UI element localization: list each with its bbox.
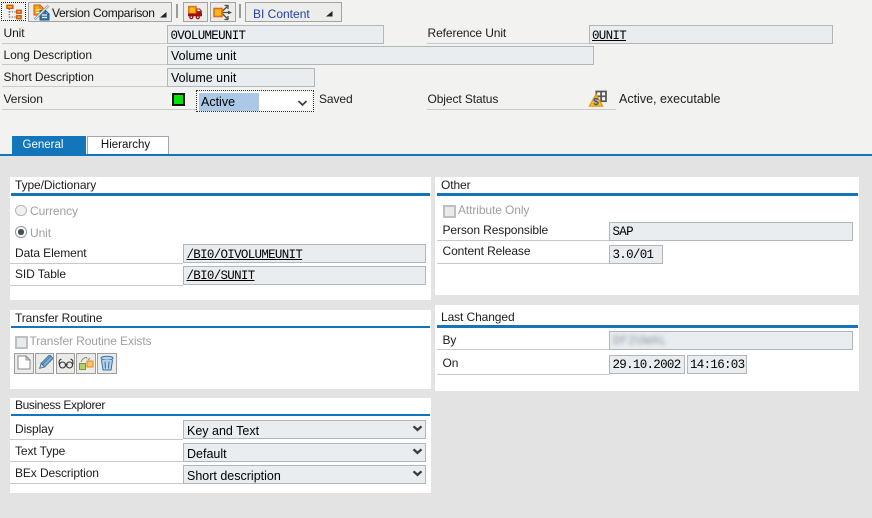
svg-text:$: $	[593, 97, 599, 107]
